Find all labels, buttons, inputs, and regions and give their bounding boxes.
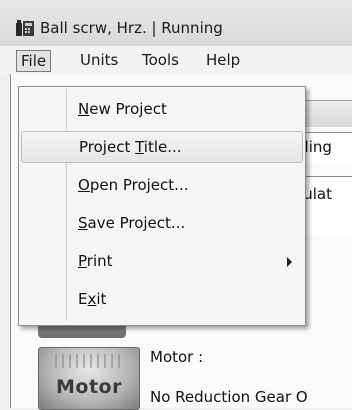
menu-item-label: Project Title... bbox=[79, 138, 182, 156]
menu-bar: File Units Tools Help bbox=[0, 46, 352, 74]
app-icon bbox=[16, 20, 34, 36]
window-title: Ball scrw, Hrz. | Running bbox=[40, 19, 223, 37]
menu-item-exit[interactable]: Exit bbox=[21, 283, 301, 315]
menu-item-open-project[interactable]: Open Project... bbox=[21, 169, 301, 201]
motor-title: Motor : bbox=[150, 348, 204, 366]
menu-tools[interactable]: Tools bbox=[138, 50, 183, 71]
file-menu-dropdown: New Project Project Title... Open Projec… bbox=[18, 86, 306, 326]
motor-subtitle: No Reduction Gear O bbox=[150, 388, 308, 406]
motor-button[interactable]: Motor bbox=[38, 347, 140, 410]
menu-item-label: Exit bbox=[78, 290, 107, 308]
menu-item-save-project[interactable]: Save Project... bbox=[21, 207, 301, 239]
motor-icon bbox=[55, 354, 121, 368]
submenu-arrow-icon bbox=[287, 257, 292, 267]
menu-item-print[interactable]: Print bbox=[21, 245, 301, 277]
menu-units[interactable]: Units bbox=[76, 50, 122, 71]
menu-item-new-project[interactable]: New Project bbox=[21, 93, 301, 125]
menu-help[interactable]: Help bbox=[202, 50, 244, 71]
menu-item-label: Open Project... bbox=[78, 176, 189, 194]
menu-file[interactable]: File bbox=[16, 50, 52, 72]
motor-button-label: Motor bbox=[56, 376, 122, 398]
menu-item-project-title[interactable]: Project Title... bbox=[21, 131, 303, 163]
menu-item-label: Print bbox=[78, 252, 113, 270]
menu-item-label: New Project bbox=[78, 100, 167, 118]
title-bar[interactable]: Ball scrw, Hrz. | Running bbox=[0, 0, 352, 46]
menu-item-label: Save Project... bbox=[78, 214, 186, 232]
